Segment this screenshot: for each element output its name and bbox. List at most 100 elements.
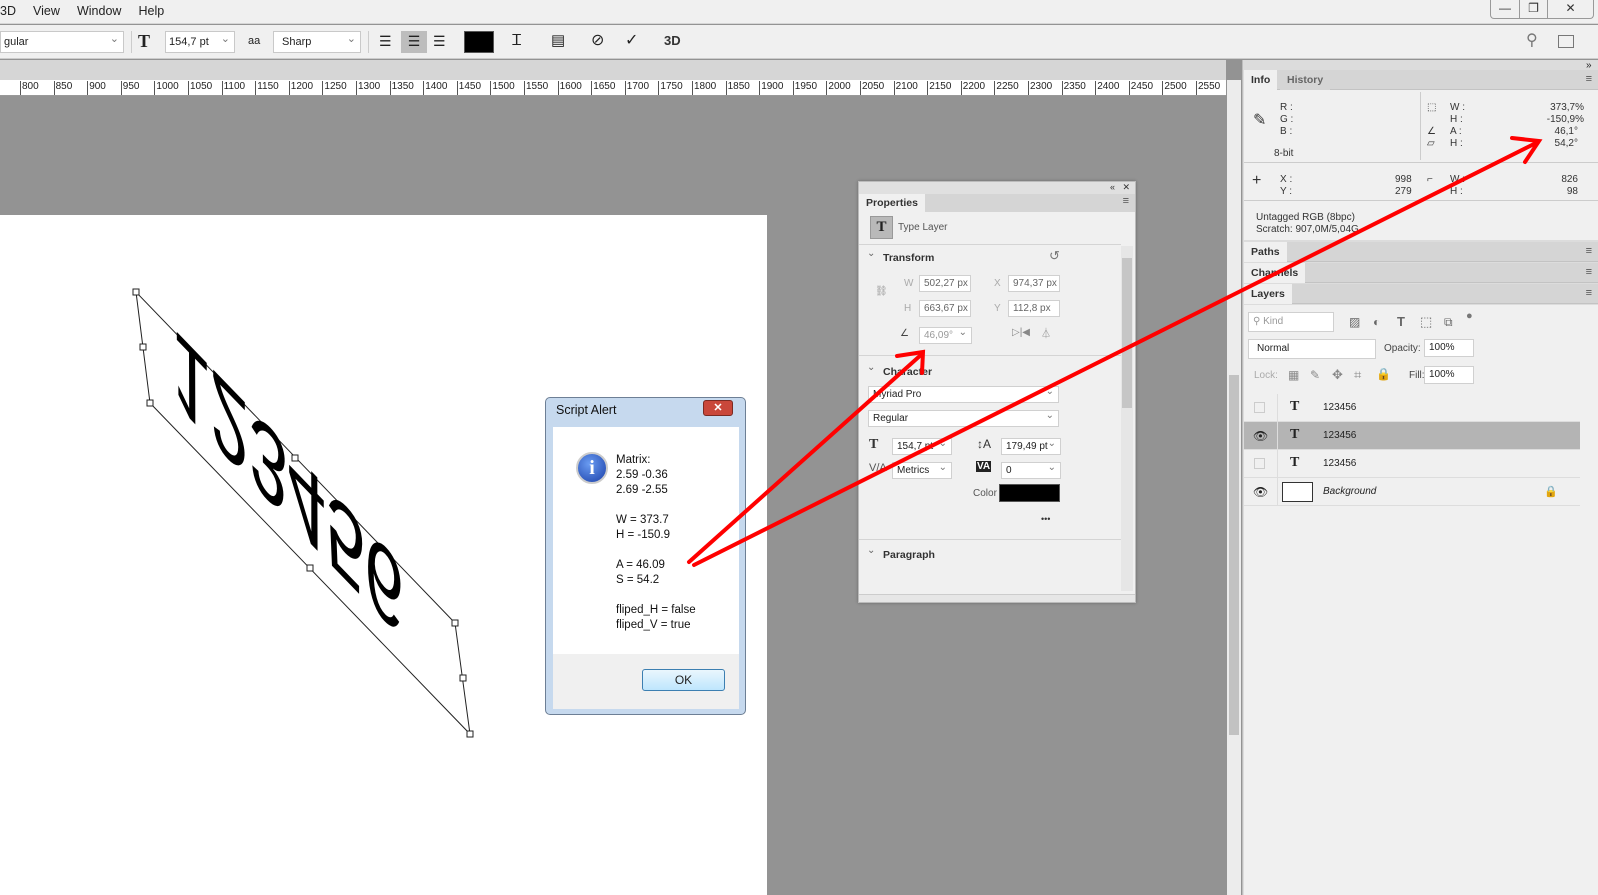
restore-button[interactable]: ❐ (1519, 0, 1547, 18)
channels-panel-header: Channels ≡ (1244, 263, 1598, 283)
workspace-icon[interactable] (1558, 35, 1574, 48)
script-alert-dialog: Script Alert ✕ i Matrix: 2.59 -0.36 2.69 -… (545, 397, 746, 715)
transform-handle (132, 288, 140, 296)
chevron-down-icon[interactable]: ⌄ (867, 362, 875, 373)
chevron-down-icon[interactable]: ⌄ (867, 248, 875, 259)
chevron-down-icon[interactable]: ⌄ (867, 545, 875, 556)
font-style-select[interactable]: Regular (868, 408, 1059, 427)
layer-filter-kind[interactable]: ⚲ Kind (1248, 312, 1334, 332)
y-input[interactable]: 112,8 px (1008, 300, 1060, 317)
kerning-select[interactable]: Metrics (892, 460, 952, 479)
layer-row[interactable]: 👁 T 123456 (1244, 422, 1580, 450)
tab-info[interactable]: Info (1244, 70, 1278, 90)
transform-handle (146, 399, 154, 407)
font-family-select[interactable]: Myriad Pro (868, 384, 1059, 403)
panel-menu-icon[interactable]: ≡ (1586, 245, 1592, 257)
width-input[interactable]: 502,27 px (919, 275, 971, 292)
lock-icon[interactable]: 🔒 (1544, 485, 1558, 498)
flip-horizontal-icon[interactable]: ▷|◀ (1012, 327, 1030, 338)
type-layer-icon: T (1290, 399, 1300, 414)
filter-type-icon[interactable]: T (1397, 314, 1405, 329)
layers-panel-header: Layers ≡ (1244, 284, 1598, 304)
tab-paths[interactable]: Paths (1244, 242, 1287, 262)
document-profile: Untagged RGB (8bpc) (1256, 212, 1355, 223)
height-input[interactable]: 663,67 px (919, 300, 971, 317)
w-label: W (904, 278, 914, 289)
layer-row[interactable]: 👁 Background 🔒 (1244, 478, 1580, 506)
blend-mode-select[interactable]: Normal (1248, 339, 1376, 359)
minimize-button[interactable]: — (1491, 0, 1519, 18)
fill-input[interactable]: 100% (1424, 366, 1474, 384)
flip-vertical-icon[interactable]: ⏃ (1041, 325, 1051, 340)
lock-transparency-icon[interactable]: ▦ (1288, 368, 1299, 382)
x-input[interactable]: 974,37 px (1008, 275, 1060, 292)
transform-section-title[interactable]: Transform (883, 252, 934, 264)
tab-layers[interactable]: Layers (1244, 284, 1292, 304)
close-panel-icon[interactable]: ✕ (1122, 182, 1130, 193)
tab-history[interactable]: History (1280, 70, 1331, 90)
transform-handle (466, 730, 474, 738)
lock-all-icon[interactable]: 🔒 (1376, 367, 1391, 381)
character-section-title[interactable]: Character (883, 366, 932, 378)
r-label: R : (1280, 102, 1293, 113)
g-label: G : (1280, 114, 1294, 125)
ok-button[interactable]: OK (642, 669, 725, 691)
type-layer-icon: T (870, 216, 893, 239)
panel-menu-icon[interactable]: ≡ (1586, 287, 1592, 299)
layer-type-label: Type Layer (898, 222, 948, 233)
lock-position-icon[interactable]: ✥ (1332, 367, 1343, 383)
filter-adjustment-icon[interactable]: ◐ (1373, 315, 1380, 329)
h-label: H : (1450, 114, 1463, 125)
tab-channels[interactable]: Channels (1244, 263, 1306, 283)
filter-toggle[interactable]: ● (1466, 310, 1473, 322)
layer-name[interactable]: 123456 (1323, 430, 1356, 441)
more-options-button[interactable]: ••• (1041, 514, 1050, 524)
link-icon[interactable]: ⛓ (875, 286, 888, 297)
collapse-icon[interactable]: « (1110, 182, 1115, 192)
lock-artboard-icon[interactable]: ⌗ (1354, 367, 1361, 383)
lock-pixels-icon[interactable]: ✎ (1310, 368, 1320, 382)
dialog-close-button[interactable]: ✕ (703, 400, 733, 416)
opacity-input[interactable]: 100% (1424, 339, 1474, 357)
h2-label: H : (1450, 186, 1463, 197)
layer-row[interactable]: T 123456 (1244, 450, 1580, 478)
reset-transform-icon[interactable]: ↺ (1049, 248, 1060, 264)
eye-icon[interactable]: 👁 (1253, 429, 1268, 443)
close-button[interactable]: ✕ (1547, 0, 1593, 18)
visibility-toggle[interactable] (1254, 458, 1265, 469)
opacity-label: Opacity: (1384, 343, 1421, 354)
text-color-swatch[interactable] (999, 484, 1060, 502)
filter-shape-icon[interactable]: ⬚ (1420, 314, 1432, 330)
filter-smartobject-icon[interactable]: ⧉ (1444, 315, 1453, 330)
a-label: A : (1450, 126, 1462, 137)
filter-pixel-icon[interactable]: ▨ (1349, 315, 1360, 329)
layer-name[interactable]: 123456 (1323, 402, 1356, 413)
tracking-select[interactable]: 0 (1001, 460, 1061, 479)
visibility-toggle[interactable] (1254, 402, 1265, 413)
angle-input[interactable]: 46,09° (919, 325, 972, 344)
bit-depth: 8-bit (1274, 148, 1294, 159)
layer-name[interactable]: Background (1323, 486, 1376, 497)
paragraph-section-title[interactable]: Paragraph (883, 549, 935, 561)
canvas-text: 123456 (163, 310, 409, 654)
panel-menu-icon[interactable]: ≡ (1123, 195, 1129, 207)
b-label: B : (1280, 126, 1293, 137)
panel-menu-icon[interactable]: ≡ (1586, 73, 1592, 85)
resize-grip[interactable] (859, 594, 1135, 602)
search-icon[interactable]: ⚲ (1526, 31, 1538, 53)
leading-select[interactable]: 179,49 pt (1001, 436, 1061, 455)
alert-line: fliped_V = true (616, 619, 691, 631)
layer-row[interactable]: T 123456 (1244, 394, 1580, 422)
font-size-select[interactable]: 154,7 pt (892, 436, 952, 455)
layer-name[interactable]: 123456 (1323, 458, 1356, 469)
eye-icon[interactable]: 👁 (1253, 485, 1268, 499)
scrollbar-thumb[interactable] (1229, 375, 1239, 735)
properties-scrollbar[interactable] (1121, 246, 1133, 591)
x-value: 998 (1395, 174, 1412, 185)
h2-value: 98 (1566, 186, 1578, 197)
w-label: W : (1450, 102, 1465, 113)
tab-properties[interactable]: Properties (859, 194, 925, 212)
alert-line: S = 54.2 (616, 574, 660, 586)
alert-line: 2.59 -0.36 (616, 469, 668, 481)
panel-menu-icon[interactable]: ≡ (1586, 266, 1592, 278)
